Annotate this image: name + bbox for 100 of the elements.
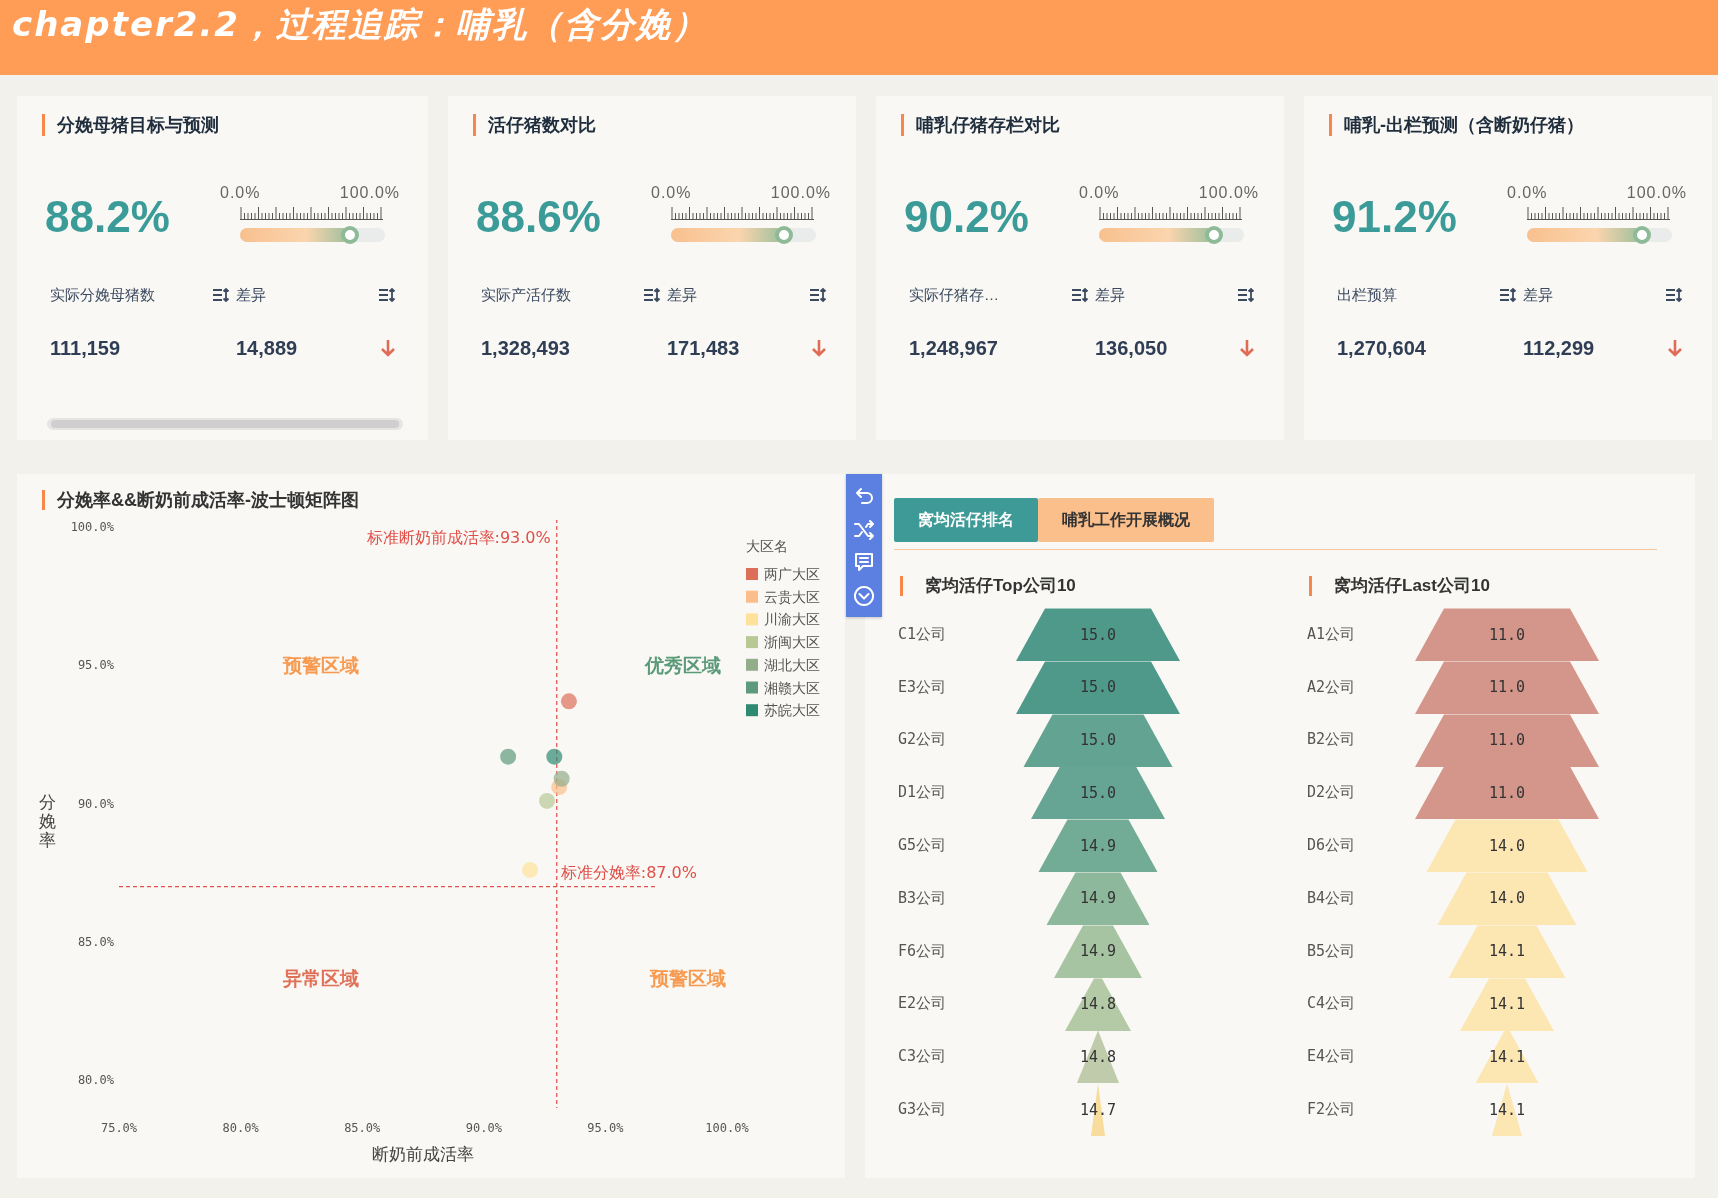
page-title: chapter2.2，过程追踪：哺乳（含分娩） xyxy=(12,4,708,44)
value-label: 15.0 xyxy=(1079,678,1117,697)
company-label: D6公司 xyxy=(1307,836,1356,856)
slider-min-label: 0.0% xyxy=(1079,184,1120,202)
axis-tick-label: 85.0% xyxy=(344,1121,381,1135)
kpi-value: 1,248,967 xyxy=(909,336,998,360)
legend-label: 川渝大区 xyxy=(764,611,820,628)
region-label: 优秀区域 xyxy=(645,655,722,677)
shuffle-icon[interactable] xyxy=(853,517,875,540)
value-label: 14.8 xyxy=(1079,1047,1117,1066)
value-label: 14.8 xyxy=(1079,995,1117,1014)
progress-slider[interactable] xyxy=(1527,226,1672,244)
legend-label: 湖北大区 xyxy=(764,656,820,673)
axis-tick-label: 100.0% xyxy=(705,1121,749,1135)
sort-icon[interactable] xyxy=(1499,287,1517,303)
sort-icon[interactable] xyxy=(378,287,396,303)
section-title: 窝均活仔Last公司10 xyxy=(1309,576,1490,596)
value-label: 15.0 xyxy=(1079,783,1117,802)
kpi-value: 1,270,604 xyxy=(1337,336,1426,360)
down-arrow-icon xyxy=(1239,339,1255,357)
value-label: 14.1 xyxy=(1488,1100,1526,1119)
value-label: 14.0 xyxy=(1488,889,1526,908)
axis-tick-label: 90.0% xyxy=(77,796,114,811)
legend-swatch[interactable] xyxy=(746,681,758,694)
y-axis-label: 分娩率 xyxy=(38,793,56,850)
legend-swatch[interactable] xyxy=(746,613,758,626)
comment-icon[interactable] xyxy=(853,551,875,574)
sort-icon[interactable] xyxy=(809,287,827,303)
axis-tick-label: 90.0% xyxy=(465,1121,502,1135)
column-header: 出栏预算 xyxy=(1337,285,1397,305)
sort-icon[interactable] xyxy=(1665,287,1683,303)
company-label: C4公司 xyxy=(1307,994,1356,1014)
card-title: 哺乳-出栏预测（含断奶仔猪） xyxy=(1329,114,1584,136)
kpi-value: 112,299 xyxy=(1523,336,1595,360)
value-label: 14.1 xyxy=(1488,995,1526,1014)
column-header: 实际仔猪存… xyxy=(909,285,999,305)
company-label: B2公司 xyxy=(1307,730,1356,750)
column-header: 差异 xyxy=(236,285,266,305)
card-title: 活仔猪数对比 xyxy=(473,114,596,136)
region-label: 异常区域 xyxy=(282,967,359,989)
horizontal-scrollbar[interactable] xyxy=(47,418,403,430)
tab[interactable]: 哺乳工作开展概况 xyxy=(1038,498,1214,542)
reference-label: 标准分娩率:87.0% xyxy=(560,862,697,882)
value-label: 11.0 xyxy=(1488,678,1526,697)
value-label: 15.0 xyxy=(1079,731,1117,750)
slider-thumb[interactable] xyxy=(775,226,794,244)
company-label: C1公司 xyxy=(898,624,947,644)
sort-icon[interactable] xyxy=(1071,287,1089,303)
kpi-value: 136,050 xyxy=(1095,336,1168,360)
legend-label: 浙闽大区 xyxy=(764,634,820,651)
value-label: 15.0 xyxy=(1079,625,1117,644)
kpi-value: 171,483 xyxy=(667,336,740,360)
company-label: G2公司 xyxy=(898,730,947,750)
company-label: A1公司 xyxy=(1307,624,1356,644)
slider-max-label: 100.0% xyxy=(339,184,400,202)
company-label: D1公司 xyxy=(898,783,947,803)
value-label: 14.7 xyxy=(1079,1100,1117,1119)
slider-thumb[interactable] xyxy=(341,226,360,244)
region-label: 预警区域 xyxy=(282,655,359,677)
progress-slider[interactable] xyxy=(671,226,816,244)
column-header: 实际产活仔数 xyxy=(481,285,571,305)
value-label: 14.0 xyxy=(1488,836,1526,855)
legend-swatch[interactable] xyxy=(746,658,758,671)
slider-max-label: 100.0% xyxy=(770,184,831,202)
chart-title: 分娩率&&断奶前成活率-波士顿矩阵图 xyxy=(42,490,359,510)
legend-title: 大区名 xyxy=(746,538,788,554)
sort-icon[interactable] xyxy=(212,287,230,303)
down-arrow-icon xyxy=(1667,339,1683,357)
section-title: 窝均活仔Top公司10 xyxy=(900,576,1076,596)
kpi-value: 14,889 xyxy=(236,336,298,360)
down-arrow-icon xyxy=(380,339,396,357)
progress-slider[interactable] xyxy=(240,226,385,244)
slider-thumb[interactable] xyxy=(1204,226,1223,244)
legend-swatch[interactable] xyxy=(746,704,758,717)
legend-swatch[interactable] xyxy=(746,590,758,603)
progress-slider[interactable] xyxy=(1099,226,1244,244)
sort-icon[interactable] xyxy=(1237,287,1255,303)
card-title: 分娩母猪目标与预测 xyxy=(42,114,219,136)
axis-tick-label: 80.0% xyxy=(222,1121,259,1135)
axis-tick-label: 75.0% xyxy=(100,1121,138,1135)
reference-label: 标准断奶前成活率:93.0% xyxy=(366,528,551,547)
company-label: C3公司 xyxy=(898,1047,947,1067)
slider-thumb[interactable] xyxy=(1632,226,1651,244)
down-arrow-icon xyxy=(811,339,827,357)
region-label: 预警区域 xyxy=(650,967,727,989)
kpi-value: 111,159 xyxy=(50,336,121,360)
axis-tick-label: 85.0% xyxy=(77,935,114,949)
company-label: F6公司 xyxy=(898,941,947,961)
sort-icon[interactable] xyxy=(643,287,661,303)
chevron-down-icon[interactable] xyxy=(853,585,875,608)
company-label: E3公司 xyxy=(898,677,947,697)
legend-swatch[interactable] xyxy=(746,636,758,649)
kpi-percentage: 91.2% xyxy=(1331,191,1457,242)
company-label: G3公司 xyxy=(898,1100,947,1120)
company-label: A2公司 xyxy=(1307,677,1356,697)
company-label: B3公司 xyxy=(898,888,947,908)
slider-min-label: 0.0% xyxy=(220,184,261,202)
legend-swatch[interactable] xyxy=(746,568,758,580)
value-label: 14.9 xyxy=(1079,889,1117,908)
axis-tick-label: 95.0% xyxy=(77,658,114,673)
